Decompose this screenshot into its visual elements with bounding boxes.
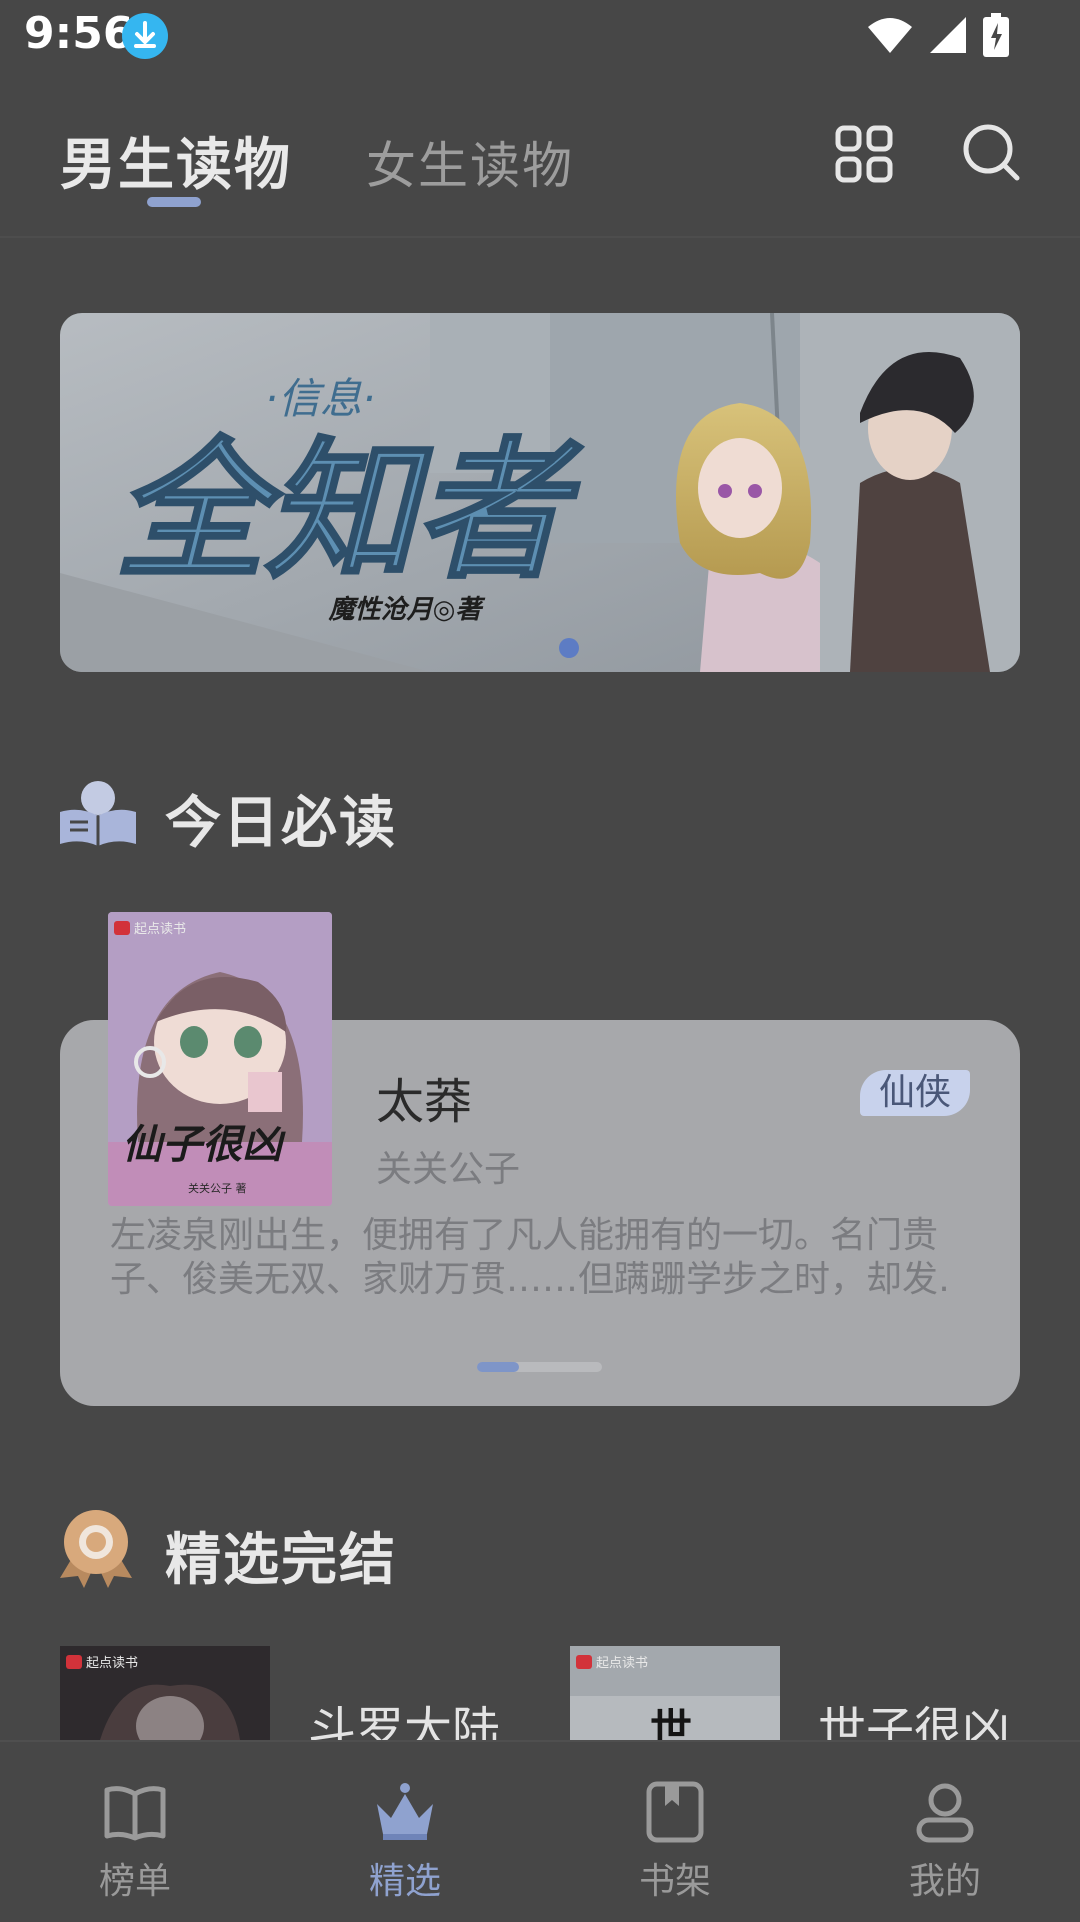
tab-female-reading[interactable]: 女生读物	[366, 126, 574, 198]
tab-indicator	[147, 197, 201, 207]
cover-title-art: 仙子很凶	[122, 1121, 282, 1168]
banner-title-art: 全知者	[115, 423, 583, 599]
category-grid-icon[interactable]	[835, 125, 893, 183]
download-icon	[122, 13, 168, 59]
featured-book-author: 关关公子	[376, 1149, 521, 1190]
cover-author-art: 关关公子 著	[188, 1182, 247, 1195]
user-icon	[916, 1783, 974, 1843]
description-line-1: 左凌泉刚出生，便拥有了凡人能拥有的一切。名门贵	[110, 1215, 939, 1256]
cover-brand-logo: 起点读书	[66, 1652, 138, 1671]
cover-brand-logo: 起点读书	[576, 1652, 648, 1671]
status-time: 9:56	[24, 8, 134, 59]
cover-brand-text: 起点读书	[134, 922, 187, 937]
cover-brand-logo: 起点读书	[114, 918, 186, 937]
medal-icon	[58, 1508, 134, 1588]
wifi-icon	[868, 18, 912, 53]
banner-page-dot	[559, 638, 579, 658]
bottom-navigation: 榜单 精选 书架 我的	[0, 1740, 1080, 1922]
featured-book-cover[interactable]: 起点读书 仙子很凶 关关公子 著	[108, 912, 332, 1206]
cover-brand-text: 起点读书	[596, 1656, 649, 1671]
signal-icon	[930, 17, 966, 53]
bookmark-book-icon	[646, 1781, 704, 1843]
status-icons	[866, 12, 1010, 58]
header-divider	[0, 236, 1080, 238]
card-pager-active	[477, 1362, 519, 1372]
search-icon[interactable]	[961, 122, 1023, 184]
nav-item-bookshelf[interactable]: 书架	[575, 1780, 775, 1904]
nav-label-ranking: 榜单	[98, 1861, 171, 1902]
featured-book-title[interactable]: 太莽	[376, 1062, 472, 1132]
cover-title-art: 世	[650, 1705, 693, 1740]
banner-subtitle-art: ·信息·	[265, 374, 376, 423]
nav-label-featured: 精选	[368, 1861, 441, 1902]
crown-icon	[377, 1783, 433, 1840]
section-title-must-read: 今日必读	[165, 791, 397, 856]
description-line-2: 子、俊美无双、家财万贯……但蹒跚学步之时，却发…	[110, 1259, 950, 1300]
book-cover-douluo[interactable]: 起点读书	[60, 1646, 270, 1740]
promo-banner[interactable]: ·信息· 全知者 魔性沧月◎著	[60, 313, 1020, 672]
banner-author-art: 魔性沧月◎著	[328, 595, 486, 625]
nav-label-profile: 我的	[908, 1861, 981, 1902]
section-title-completed: 精选完结	[165, 1528, 397, 1593]
book-cover-shizi[interactable]: 起点读书 世	[570, 1646, 780, 1740]
reading-book-icon	[58, 778, 138, 848]
cover-brand-text: 起点读书	[86, 1656, 139, 1671]
nav-item-ranking[interactable]: 榜单	[35, 1780, 235, 1904]
nav-item-featured[interactable]: 精选	[305, 1780, 505, 1904]
tab-male-reading[interactable]: 男生读物	[60, 120, 292, 201]
nav-label-bookshelf: 书架	[638, 1861, 711, 1902]
open-book-icon	[104, 1786, 166, 1841]
battery-icon	[983, 13, 1009, 57]
nav-item-profile[interactable]: 我的	[845, 1780, 1045, 1904]
genre-tag: 仙侠	[860, 1070, 970, 1116]
featured-book-description: 左凌泉刚出生，便拥有了凡人能拥有的一切。名门贵 子、俊美无双、家财万贯……但蹒跚…	[110, 1214, 950, 1302]
